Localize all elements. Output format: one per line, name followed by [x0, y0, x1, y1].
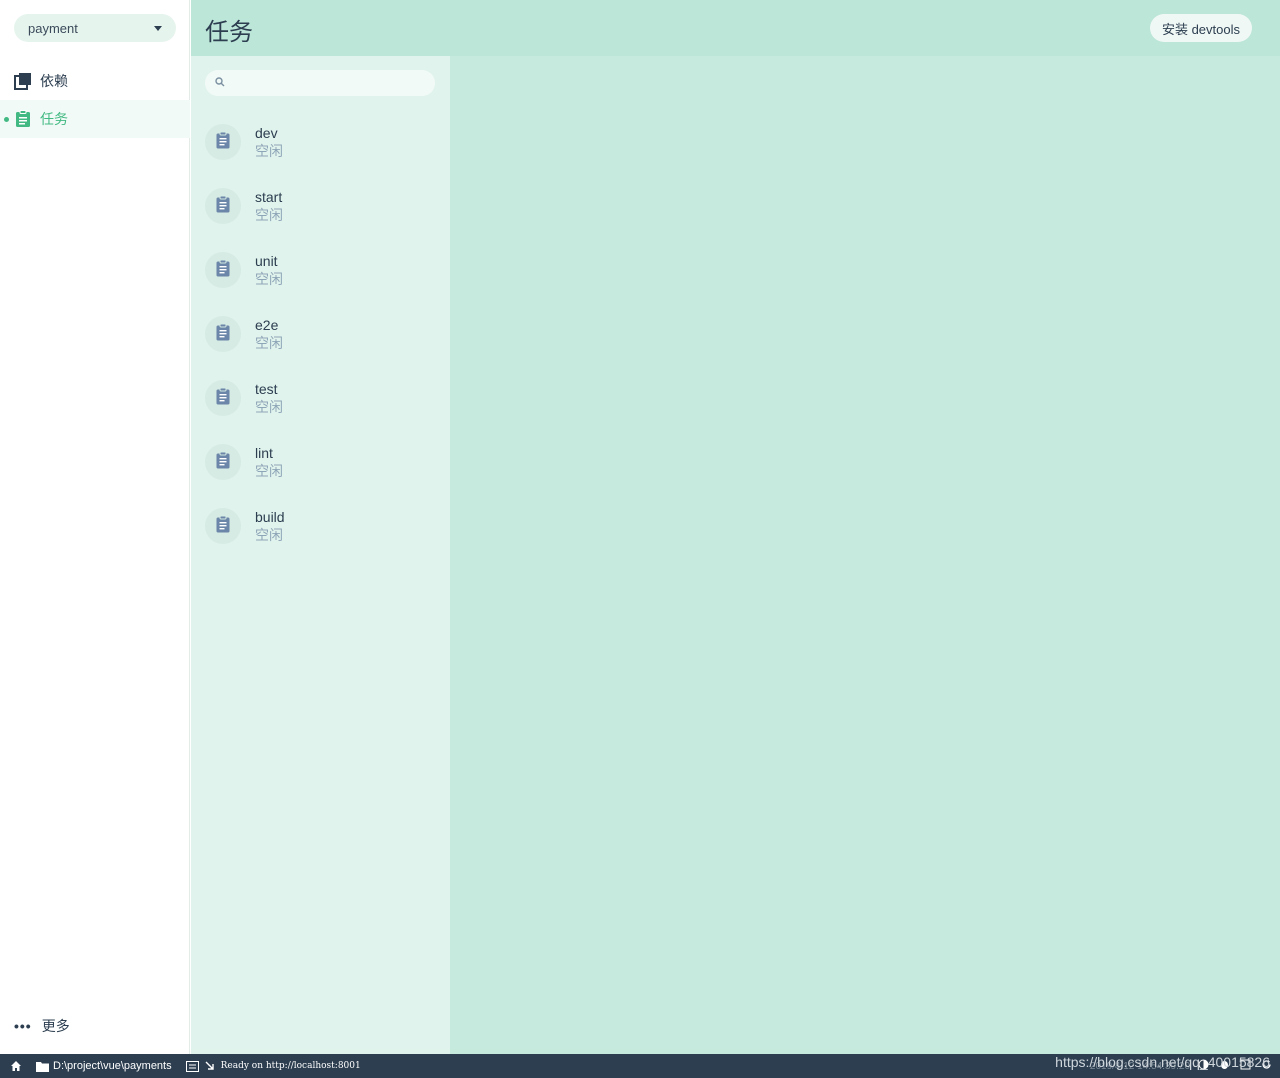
task-item-build[interactable]: build 空闲 — [205, 498, 435, 554]
more-icon: ••• — [14, 1018, 32, 1034]
log-message: Ready on http://localhost:8001 — [220, 1061, 361, 1071]
task-name: build — [255, 509, 285, 525]
task-text: build 空闲 — [255, 508, 285, 544]
task-text: unit 空闲 — [255, 252, 283, 288]
task-status: 空闲 — [255, 463, 283, 479]
task-name: dev — [255, 125, 278, 141]
task-item-unit[interactable]: unit 空闲 — [205, 242, 435, 298]
task-name: unit — [255, 253, 278, 269]
task-icon-badge — [205, 188, 241, 224]
task-name: test — [255, 381, 278, 397]
clipboard-icon — [215, 451, 231, 474]
sidebar-item-label: 依赖 — [40, 73, 68, 89]
clipboard-icon — [215, 195, 231, 218]
watermark: https://blog.csdn.net/qq_40015826 — [1055, 1054, 1270, 1070]
chevron-down-icon — [154, 25, 162, 31]
task-icon-badge — [205, 124, 241, 160]
clipboard-icon — [215, 259, 231, 282]
task-name: lint — [255, 445, 273, 461]
tasks-icon — [14, 110, 32, 128]
task-name: e2e — [255, 317, 279, 333]
task-item-test[interactable]: test 空闲 — [205, 370, 435, 426]
search-icon — [215, 74, 225, 92]
task-item-dev[interactable]: dev 空闲 — [205, 114, 435, 170]
project-select[interactable]: payment — [14, 14, 176, 42]
task-item-lint[interactable]: lint 空闲 — [205, 434, 435, 490]
log-arrow-icon — [205, 1061, 214, 1070]
task-icon-badge — [205, 316, 241, 352]
task-status: 空闲 — [255, 527, 283, 543]
task-status: 空闲 — [255, 143, 283, 159]
task-text: lint 空闲 — [255, 444, 283, 480]
task-text: dev 空闲 — [255, 124, 283, 160]
console-icon — [185, 1060, 199, 1072]
task-item-e2e[interactable]: e2e 空闲 — [205, 306, 435, 362]
console-log[interactable]: Ready on http://localhost:8001 — [185, 1060, 361, 1072]
task-name: start — [255, 189, 283, 205]
sidebar: payment 依赖 任务 ••• 更多 — [0, 0, 190, 1054]
home-icon — [11, 1061, 21, 1071]
task-icon-badge — [205, 444, 241, 480]
task-item-start[interactable]: start 空闲 — [205, 178, 435, 234]
active-indicator — [4, 117, 9, 122]
task-text: start 空闲 — [255, 188, 283, 224]
task-status: 空闲 — [255, 335, 283, 351]
task-text: e2e 空闲 — [255, 316, 283, 352]
task-icon-badge — [205, 508, 241, 544]
sidebar-item-label: 任务 — [40, 111, 68, 127]
project-select-label: payment — [28, 20, 78, 36]
task-list-panel: dev 空闲 start 空闲 unit 空闲 e2e 空闲 test 空闲 lint 空闲 build… — [191, 56, 450, 1054]
clipboard-icon — [215, 131, 231, 154]
task-status: 空闲 — [255, 399, 283, 415]
more-label: 更多 — [41, 1018, 70, 1034]
task-status: 空闲 — [255, 207, 283, 223]
task-icon-badge — [205, 252, 241, 288]
page-title: 任务 — [205, 19, 253, 46]
task-icon-badge — [205, 380, 241, 416]
task-text: test 空闲 — [255, 380, 283, 416]
task-detail-area — [450, 56, 1280, 1054]
more-button[interactable]: ••• 更多 — [14, 1016, 70, 1036]
install-devtools-button[interactable]: 安装 devtools — [1149, 14, 1252, 42]
project-path[interactable]: D:\project\vue\payments — [36, 1060, 172, 1072]
search-input[interactable] — [231, 76, 421, 90]
folder-icon — [36, 1061, 49, 1072]
sidebar-item-dependencies[interactable]: 依赖 — [0, 62, 190, 100]
task-status: 空闲 — [255, 271, 283, 287]
project-path-label: D:\project\vue\payments — [53, 1060, 172, 1072]
status-bar: D:\project\vue\payments Ready on http://… — [0, 1054, 1280, 1078]
clipboard-icon — [215, 387, 231, 410]
header: 任务 安装 devtools — [191, 0, 1280, 56]
sidebar-item-tasks[interactable]: 任务 — [0, 100, 190, 138]
dependencies-icon — [14, 72, 32, 90]
clipboard-icon — [215, 515, 231, 538]
search-box[interactable] — [205, 70, 435, 96]
home-button[interactable] — [10, 1060, 22, 1072]
clipboard-icon — [215, 323, 231, 346]
